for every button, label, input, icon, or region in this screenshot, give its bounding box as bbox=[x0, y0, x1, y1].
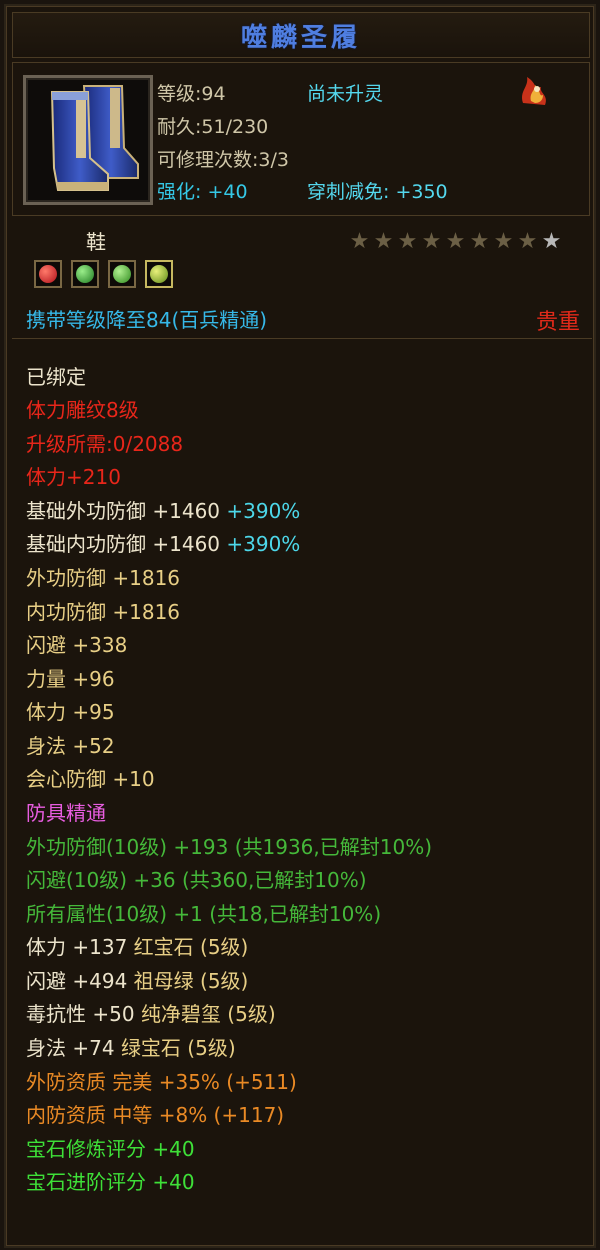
base-inner-defense: 基础内功防御 +1460 +390% bbox=[26, 532, 301, 556]
attribute-row: 内功防御 +1816 bbox=[26, 600, 181, 624]
attribute-row: 会心防御 +10 bbox=[26, 767, 155, 791]
engraving-bonus: 体力+210 bbox=[26, 465, 121, 489]
level-text: 等级:94 bbox=[157, 83, 226, 105]
star-icon: ★ bbox=[445, 229, 466, 254]
gem-attribute-row: 毒抗性 +50 纯净碧玺 (5级) bbox=[26, 1002, 276, 1026]
gem-attribute-row: 体力 +137 红宝石 (5级) bbox=[26, 935, 249, 959]
green-gem-icon bbox=[108, 260, 136, 288]
attribute-row: 体力 +95 bbox=[26, 700, 115, 724]
attribute-row: 外功防御 +1816 bbox=[26, 566, 181, 590]
item-header: 等级:94 耐久:51/230 可修理次数:3/3 强化: +40 尚未升灵 穿… bbox=[12, 62, 590, 216]
green-gem-icon bbox=[71, 260, 99, 288]
red-gem-icon bbox=[34, 260, 62, 288]
attribute-list: 已绑定 体力雕纹8级 升级所需:0/2088 体力+210 基础外功防御 +14… bbox=[12, 338, 592, 1241]
boot-icon bbox=[50, 85, 139, 191]
pierce-label: 穿刺减免: bbox=[307, 181, 390, 203]
mastery-row: 闪避(10级) +36 (共360,已解封10%) bbox=[26, 868, 367, 892]
durability-text: 耐久:51/230 bbox=[157, 116, 269, 138]
star-icon: ★ bbox=[541, 229, 562, 254]
pierce-stat: 穿刺减免: +350 bbox=[307, 177, 448, 204]
item-title: 噬麟圣履 bbox=[240, 22, 361, 53]
gem-slots bbox=[34, 260, 173, 288]
mastery-heading: 防具精通 bbox=[26, 801, 106, 825]
enhance-value: +40 bbox=[207, 181, 248, 203]
gem-attribute-row: 身法 +74 绿宝石 (5级) bbox=[26, 1036, 236, 1060]
upgrade-requirement: 升级所需:0/2088 bbox=[26, 432, 184, 456]
star-icon: ★ bbox=[373, 229, 394, 254]
rarity-label: 贵重 bbox=[535, 310, 580, 335]
item-type: 鞋 bbox=[86, 230, 106, 254]
gem-refine-score: 宝石修炼评分 +40 bbox=[26, 1137, 195, 1161]
gem-advance-score: 宝石进阶评分 +40 bbox=[26, 1170, 195, 1194]
item-class-section: 鞋 ★ ★ ★ ★ ★ ★ ★ ★ ★ 携带等级降至84(百兵精通) 贵重 bbox=[12, 220, 588, 335]
title-bar: 噬麟圣履 bbox=[12, 12, 590, 58]
outer-defense-quality: 外防资质 完美 +35% (+511) bbox=[26, 1070, 297, 1094]
mastery-row: 所有属性(10级) +1 (共18,已解封10%) bbox=[26, 902, 382, 926]
star-icon: ★ bbox=[349, 229, 370, 254]
star-rating: ★ ★ ★ ★ ★ ★ ★ ★ ★ bbox=[348, 230, 563, 253]
star-icon: ★ bbox=[517, 229, 538, 254]
item-icon-frame bbox=[23, 75, 153, 205]
pierce-value: +350 bbox=[395, 181, 448, 203]
attribute-row: 力量 +96 bbox=[26, 667, 115, 691]
gem-attribute-row: 闪避 +494 祖母绿 (5级) bbox=[26, 969, 249, 993]
enhance-stat: 强化: +40 bbox=[157, 177, 248, 204]
item-tooltip: 噬麟圣履 等级:94 耐久:51/230 可修理次数:3/3 强化: +40 尚… bbox=[4, 4, 596, 1248]
carry-level-text: 携带等级降至84(百兵精通) bbox=[26, 308, 268, 332]
flame-badge-icon bbox=[522, 77, 546, 105]
bound-status: 已绑定 bbox=[26, 365, 86, 389]
spirit-status: 尚未升灵 bbox=[307, 83, 384, 105]
enhance-label: 强化: bbox=[157, 181, 202, 203]
star-icon: ★ bbox=[397, 229, 418, 254]
mastery-row: 外功防御(10级) +193 (共1936,已解封10%) bbox=[26, 835, 433, 859]
inner-defense-quality: 内防资质 中等 +8% (+117) bbox=[26, 1103, 285, 1127]
star-icon: ★ bbox=[493, 229, 514, 254]
base-outer-defense: 基础外功防御 +1460 +390% bbox=[26, 499, 301, 523]
attribute-row: 身法 +52 bbox=[26, 734, 115, 758]
star-icon: ★ bbox=[421, 229, 442, 254]
engraving-line: 体力雕纹8级 bbox=[26, 398, 139, 422]
yellow-green-gem-icon bbox=[145, 260, 173, 288]
repair-count-text: 可修理次数:3/3 bbox=[157, 149, 289, 171]
attribute-row: 闪避 +338 bbox=[26, 633, 128, 657]
star-icon: ★ bbox=[469, 229, 490, 254]
